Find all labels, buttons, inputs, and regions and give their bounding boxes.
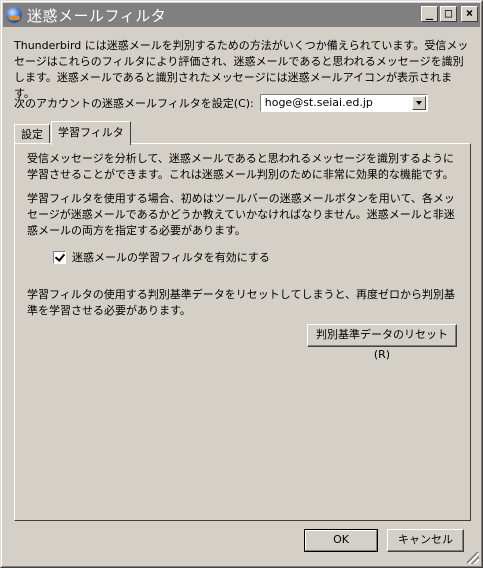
intro-text: Thunderbird には迷惑メールを判別するための方法がいくつか備えられてい… — [14, 39, 469, 100]
resize-grip-icon[interactable] — [467, 552, 479, 564]
ok-button[interactable]: OK — [304, 529, 378, 552]
reset-training-button[interactable]: 判別基準データのリセット(R) — [307, 324, 457, 361]
account-select[interactable]: hoge@st.seiai.ed.jp — [259, 94, 428, 112]
tab-settings[interactable]: 設定 — [14, 124, 50, 143]
maximize-button[interactable]: □ — [440, 6, 457, 22]
window-controls: _ □ × — [421, 6, 478, 22]
enable-filter-label[interactable]: 迷惑メールの学習フィルタを有効にする — [72, 249, 270, 265]
cancel-button[interactable]: キャンセル — [387, 529, 464, 552]
chevron-down-icon — [415, 101, 422, 105]
account-row: 次のアカウントの迷惑メールフィルタを設定(C): hoge@st.seiai.e… — [14, 94, 428, 112]
title-bar[interactable]: 迷惑メールフィルタ _ □ × — [3, 3, 480, 27]
account-select-value: hoge@st.seiai.ed.jp — [264, 96, 373, 109]
tab-learning-filter[interactable]: 学習フィルタ — [51, 121, 131, 145]
window-title: 迷惑メールフィルタ — [27, 6, 167, 25]
account-label: 次のアカウントの迷惑メールフィルタを設定(C): — [14, 97, 254, 110]
minimize-button[interactable]: _ — [421, 6, 438, 22]
close-button[interactable]: × — [461, 6, 478, 22]
tab-panel: 受信メッセージを分析して、迷惑メールであると思われるメッセージを識別するように学… — [14, 143, 471, 521]
dropdown-button[interactable] — [411, 96, 426, 110]
dialog-window: 迷惑メールフィルタ _ □ × Thunderbird には迷惑メールを判別する… — [0, 0, 483, 568]
enable-filter-checkbox[interactable] — [53, 250, 66, 264]
description-analyze: 受信メッセージを分析して、迷惑メールであると思われるメッセージを識別するように学… — [27, 152, 455, 181]
thunderbird-app-icon — [6, 7, 22, 23]
description-reset: 学習フィルタの使用する判別基準データをリセットしてしまうと、再度ゼロから判別基準… — [27, 288, 456, 317]
description-usage: 学習フィルタを使用する場合、初めはツールバーの迷惑メールボタンを用いて、各メッセ… — [27, 192, 455, 237]
enable-filter-row[interactable]: 迷惑メールの学習フィルタを有効にする — [53, 249, 270, 265]
